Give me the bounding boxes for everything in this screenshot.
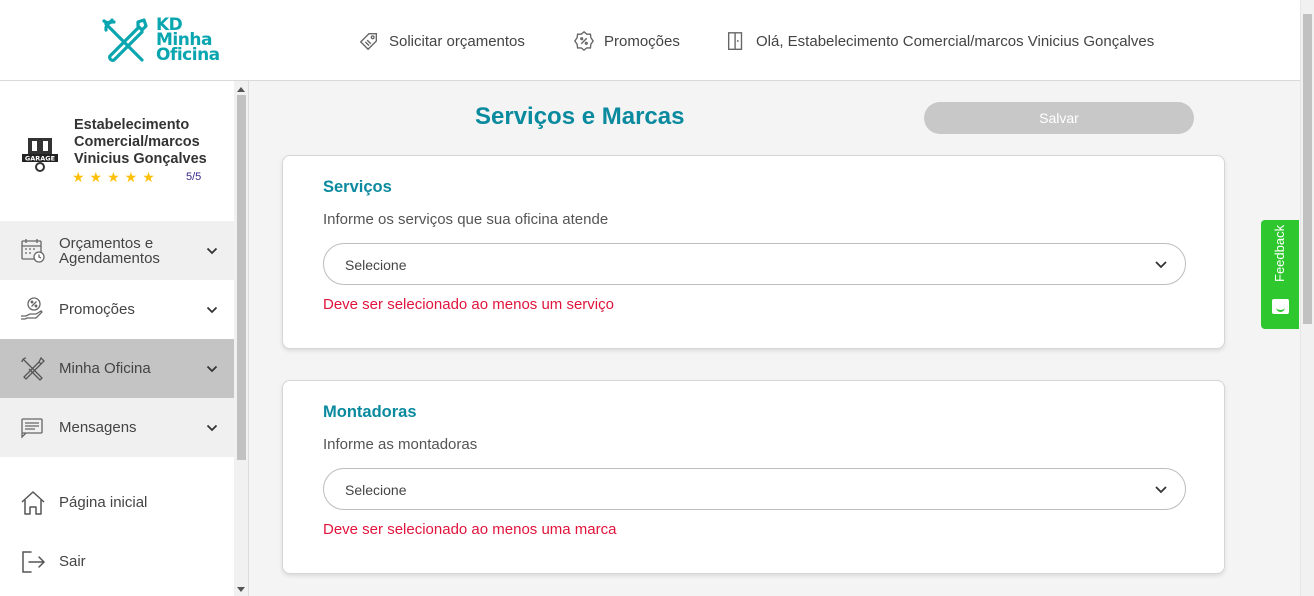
chevron-down-icon: [206, 365, 218, 373]
brands-error-message: Deve ser selecionado ao menos uma marca: [323, 521, 617, 538]
chevron-down-icon: [206, 306, 218, 314]
percent-badge-icon: [573, 30, 595, 52]
message-icon: [21, 417, 43, 439]
brands-card: Montadoras Informe as montadoras Selecio…: [282, 380, 1225, 574]
sidebar-scrollbar-thumb[interactable]: [237, 95, 246, 460]
page-scrollbar[interactable]: [1300, 0, 1314, 596]
logout-icon: [22, 550, 46, 573]
page-scrollbar-thumb[interactable]: [1303, 14, 1312, 324]
sidebar: GARAGE Estabelecimento Comercial/marcos …: [0, 81, 234, 596]
nav-user-greeting[interactable]: Olá, Estabelecimento Comercial/marcos Vi…: [725, 30, 1154, 52]
tag-icon: [359, 32, 378, 51]
sidebar-menu: Orçamentos e Agendamentos Promoções Minh…: [0, 221, 234, 457]
brands-select[interactable]: Selecione: [323, 468, 1186, 510]
smiley-icon: [1272, 299, 1289, 314]
services-description: Informe os serviços que sua oficina aten…: [323, 211, 609, 228]
brands-description: Informe as montadoras: [323, 436, 478, 453]
home-icon: [21, 490, 45, 515]
sidebar-item-quotes-label: Orçamentos e Agendamentos: [59, 234, 160, 267]
nav-promotions[interactable]: Promoções: [573, 30, 680, 52]
brands-select-value: Selecione: [345, 482, 407, 498]
feedback-label: Feedback: [1272, 224, 1287, 282]
sidebar-item-quotes[interactable]: Orçamentos e Agendamentos: [0, 221, 234, 280]
brands-heading: Montadoras: [323, 403, 417, 421]
top-header: KD Minha Oficina Solicitar orçamentos Pr…: [0, 0, 1300, 81]
services-heading: Serviços: [323, 178, 392, 196]
nav-promotions-label: Promoções: [604, 32, 680, 50]
sidebar-item-my-workshop[interactable]: Minha Oficina: [0, 339, 234, 398]
door-icon: [727, 32, 743, 50]
hand-percent-icon: [21, 296, 43, 320]
nav-user-greeting-label: Olá, Estabelecimento Comercial/marcos Vi…: [756, 32, 1155, 50]
sidebar-item-logout-label: Sair: [59, 553, 86, 570]
sidebar-item-promotions-label: Promoções: [59, 301, 135, 318]
services-error-message: Deve ser selecionado ao menos um serviço: [323, 296, 614, 313]
services-select-value: Selecione: [345, 257, 407, 273]
sidebar-scrollbar[interactable]: [234, 81, 249, 596]
logo-text: KD Minha Oficina: [156, 16, 220, 65]
logo[interactable]: KD Minha Oficina: [100, 16, 220, 64]
chevron-down-icon: [206, 424, 218, 432]
garage-avatar: GARAGE: [19, 132, 61, 174]
save-button[interactable]: Salvar: [924, 102, 1194, 134]
wrench-screwdriver-icon: [21, 356, 45, 381]
services-select[interactable]: Selecione: [323, 243, 1186, 285]
profile-name: Estabelecimento Comercial/marcos Viniciu…: [74, 117, 207, 167]
sidebar-item-promotions[interactable]: Promoções: [0, 280, 234, 339]
logo-line-3: Oficina: [156, 44, 220, 65]
avatar-text: GARAGE: [25, 155, 55, 163]
nav-request-quotes[interactable]: Solicitar orçamentos: [358, 30, 525, 52]
rating-label: 5/5: [186, 171, 202, 183]
sidebar-item-home-label: Página inicial: [59, 494, 148, 511]
services-card: Serviços Informe os serviços que sua ofi…: [282, 155, 1225, 349]
sidebar-item-messages-label: Mensagens: [59, 419, 137, 436]
scroll-down-arrow-icon[interactable]: [237, 587, 245, 592]
sidebar-item-home[interactable]: Página inicial: [0, 473, 234, 532]
nav-request-quotes-label: Solicitar orçamentos: [389, 32, 525, 50]
sidebar-item-logout[interactable]: Sair: [0, 532, 234, 591]
scroll-up-arrow-icon[interactable]: [237, 87, 245, 92]
chevron-down-icon: [206, 247, 218, 255]
rating-stars: ★★★★★: [72, 169, 160, 185]
chevron-down-icon: [1155, 486, 1167, 494]
sidebar-bottom-menu: Página inicial Sair: [0, 473, 234, 591]
page-title: Serviços e Marcas: [475, 103, 685, 130]
chevron-down-icon: [1155, 261, 1167, 269]
sidebar-item-messages[interactable]: Mensagens: [0, 398, 234, 457]
feedback-tab[interactable]: Feedback: [1261, 220, 1299, 329]
calendar-clock-icon: [21, 238, 45, 263]
wrench-screwdriver-logo-icon: [102, 18, 148, 62]
sidebar-item-my-workshop-label: Minha Oficina: [59, 360, 151, 377]
